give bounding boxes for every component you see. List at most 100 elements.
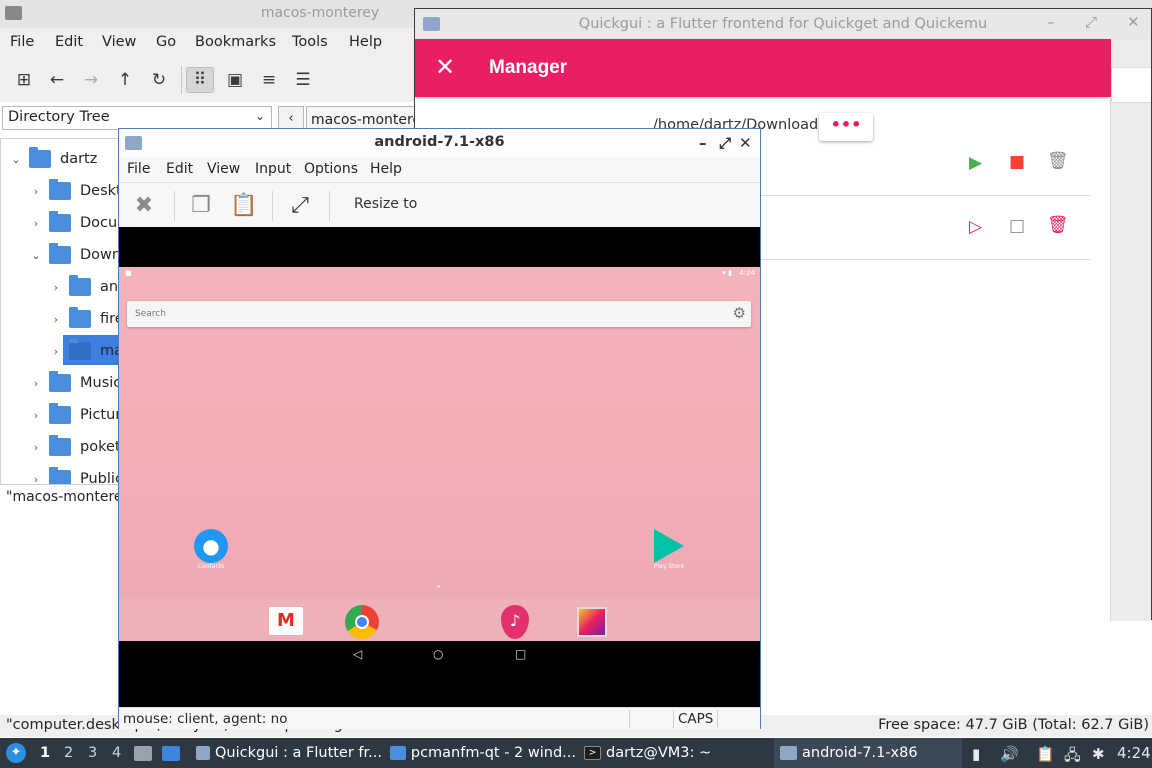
- clipboard-icon[interactable]: 📋: [1036, 745, 1055, 763]
- up-icon[interactable]: ↑: [111, 67, 139, 93]
- network-icon[interactable]: 🖧: [1064, 745, 1081, 768]
- desktop-2-button[interactable]: 2: [64, 738, 73, 768]
- home-icon[interactable]: ○: [433, 647, 443, 661]
- task-terminal[interactable]: > dartz@VM3: ~: [584, 738, 770, 768]
- stop-outline-icon[interactable]: □: [1009, 216, 1025, 236]
- task-pcmanfm[interactable]: pcmanfm-qt - 2 wind...: [390, 738, 576, 768]
- tree-expander[interactable]: ›: [29, 377, 43, 390]
- disconnect-icon[interactable]: ✖: [129, 191, 159, 219]
- tree-item-poketext[interactable]: › poketext: [29, 433, 120, 461]
- chrome-icon[interactable]: [345, 605, 379, 639]
- aw-titlebar[interactable]: android-7.1-x86 – ⤢ ✕: [119, 129, 760, 157]
- tree-expander[interactable]: ›: [29, 473, 43, 485]
- app-play-store[interactable]: Play Store: [645, 529, 693, 570]
- thumbnail-view-icon[interactable]: ▣: [221, 67, 249, 93]
- menu-edit[interactable]: Edit: [166, 161, 193, 177]
- file-manager-launcher[interactable]: [134, 738, 152, 768]
- desktop-1-button[interactable]: 1: [40, 738, 50, 768]
- play-icon[interactable]: ▶: [969, 153, 982, 173]
- tree-item-firefox[interactable]: › firefox: [49, 305, 120, 333]
- desktop-3-button[interactable]: 3: [88, 738, 97, 768]
- show-desktop-button[interactable]: [162, 738, 180, 768]
- tree-expander[interactable]: ›: [29, 441, 43, 454]
- tree-expander[interactable]: ›: [29, 185, 43, 198]
- close-icon[interactable]: ✕: [739, 134, 752, 152]
- google-search-bar[interactable]: Search ⚙: [127, 301, 751, 327]
- desktop-4-button[interactable]: 4: [112, 738, 121, 768]
- copy-icon[interactable]: ❐: [186, 191, 216, 219]
- menu-edit[interactable]: Edit: [55, 34, 83, 50]
- vm-display[interactable]: ■ ▾ ▮ 4:24 Search ⚙ ● Contacts Play Stor…: [119, 227, 760, 707]
- menu-file[interactable]: File: [127, 161, 150, 177]
- paste-icon[interactable]: 📋: [229, 191, 259, 219]
- status-cell-empty: [629, 710, 673, 728]
- removable-media-icon[interactable]: ▮: [972, 745, 980, 763]
- recents-icon[interactable]: □: [515, 647, 526, 661]
- tree-item-documents[interactable]: › Documents: [29, 209, 120, 237]
- tree-item-pictures[interactable]: › Pictures: [29, 401, 120, 429]
- delete-icon[interactable]: 🗑: [1047, 215, 1069, 235]
- detailed-list-view-icon[interactable]: ☰: [289, 67, 317, 93]
- sidebar-mode-select[interactable]: Directory Tree ⌄: [2, 106, 272, 130]
- directory-tree[interactable]: ⌄ dartz › Desktop › Documents ⌄ Download…: [0, 138, 120, 485]
- menu-input[interactable]: Input: [255, 161, 291, 177]
- tree-expander[interactable]: ›: [49, 345, 63, 358]
- compact-view-icon[interactable]: ≡: [255, 67, 283, 93]
- minimize-icon[interactable]: –: [699, 134, 707, 152]
- tree-expander[interactable]: ›: [49, 281, 63, 294]
- tree-expander[interactable]: ⌄: [29, 249, 43, 262]
- tree-expander[interactable]: ⌄: [9, 153, 23, 166]
- menu-tools[interactable]: Tools: [292, 34, 328, 50]
- menu-help[interactable]: Help: [370, 161, 402, 177]
- close-manager-button[interactable]: ✕: [435, 53, 455, 81]
- reload-icon[interactable]: ↻: [145, 67, 173, 93]
- tree-expander[interactable]: ›: [49, 313, 63, 326]
- task-quickgui[interactable]: Quickgui : a Flutter fr...: [196, 738, 382, 768]
- back-icon[interactable]: ◁: [353, 647, 362, 661]
- close-icon[interactable]: ✕: [1127, 13, 1140, 31]
- back-icon[interactable]: ←: [43, 67, 71, 93]
- menu-help[interactable]: Help: [349, 34, 382, 50]
- menu-options[interactable]: Options: [304, 161, 358, 177]
- tree-item-desktop[interactable]: › Desktop: [29, 177, 120, 205]
- stop-icon[interactable]: ■: [1009, 152, 1025, 172]
- volume-icon[interactable]: 🔊: [1000, 745, 1019, 763]
- menu-file[interactable]: File: [10, 34, 34, 50]
- icon-view-icon[interactable]: ⠿: [186, 67, 214, 93]
- maximize-icon[interactable]: ⤢: [1085, 13, 1097, 31]
- menu-bookmarks[interactable]: Bookmarks: [195, 34, 276, 50]
- tree-expander[interactable]: ›: [29, 409, 43, 422]
- tree-item-android[interactable]: › android-7.1-x86: [49, 273, 120, 301]
- clock[interactable]: 4:24: [1117, 744, 1151, 762]
- gear-icon[interactable]: ⚙: [733, 304, 746, 322]
- gmail-icon[interactable]: M: [269, 607, 303, 635]
- start-menu-button[interactable]: ✦: [6, 738, 26, 768]
- tree-item-music[interactable]: › Music: [29, 369, 120, 397]
- tree-item-label: Music: [80, 375, 120, 391]
- tree-item-dartz[interactable]: ⌄ dartz: [9, 145, 97, 173]
- maximize-icon[interactable]: ⤢: [719, 134, 731, 152]
- gallery-icon[interactable]: [577, 607, 607, 637]
- app-contacts[interactable]: ● Contacts: [187, 529, 235, 570]
- tree-expander[interactable]: ›: [29, 217, 43, 230]
- minimize-icon[interactable]: –: [1047, 13, 1055, 31]
- new-tab-icon[interactable]: ⊞: [10, 67, 38, 93]
- menu-go[interactable]: Go: [156, 34, 176, 50]
- task-android[interactable]: android-7.1-x86: [780, 738, 960, 768]
- tree-item-macos-monterey[interactable]: › macos-monterey: [49, 337, 120, 365]
- menu-view[interactable]: View: [207, 161, 240, 177]
- play-outline-icon[interactable]: ▷: [969, 217, 982, 237]
- app-drawer-chevron-icon[interactable]: ⌃: [435, 585, 443, 595]
- bluetooth-icon[interactable]: ✱: [1092, 745, 1105, 763]
- qg-titlebar[interactable]: Quickgui : a Flutter frontend for Quickg…: [415, 9, 1151, 39]
- delete-icon[interactable]: 🗑: [1047, 151, 1069, 171]
- resize-to-button[interactable]: Resize to: [354, 196, 417, 212]
- fullscreen-icon[interactable]: ⤢: [285, 191, 315, 219]
- tree-item-public[interactable]: › Public: [29, 465, 120, 485]
- forward-icon[interactable]: →: [77, 67, 105, 93]
- music-icon[interactable]: ♪: [501, 605, 529, 639]
- more-options-button[interactable]: •••: [819, 113, 873, 141]
- android-home-screen[interactable]: ■ ▾ ▮ 4:24 Search ⚙ ● Contacts Play Stor…: [119, 267, 760, 641]
- tree-item-downloads[interactable]: ⌄ Downloads: [29, 241, 120, 269]
- menu-view[interactable]: View: [102, 34, 136, 50]
